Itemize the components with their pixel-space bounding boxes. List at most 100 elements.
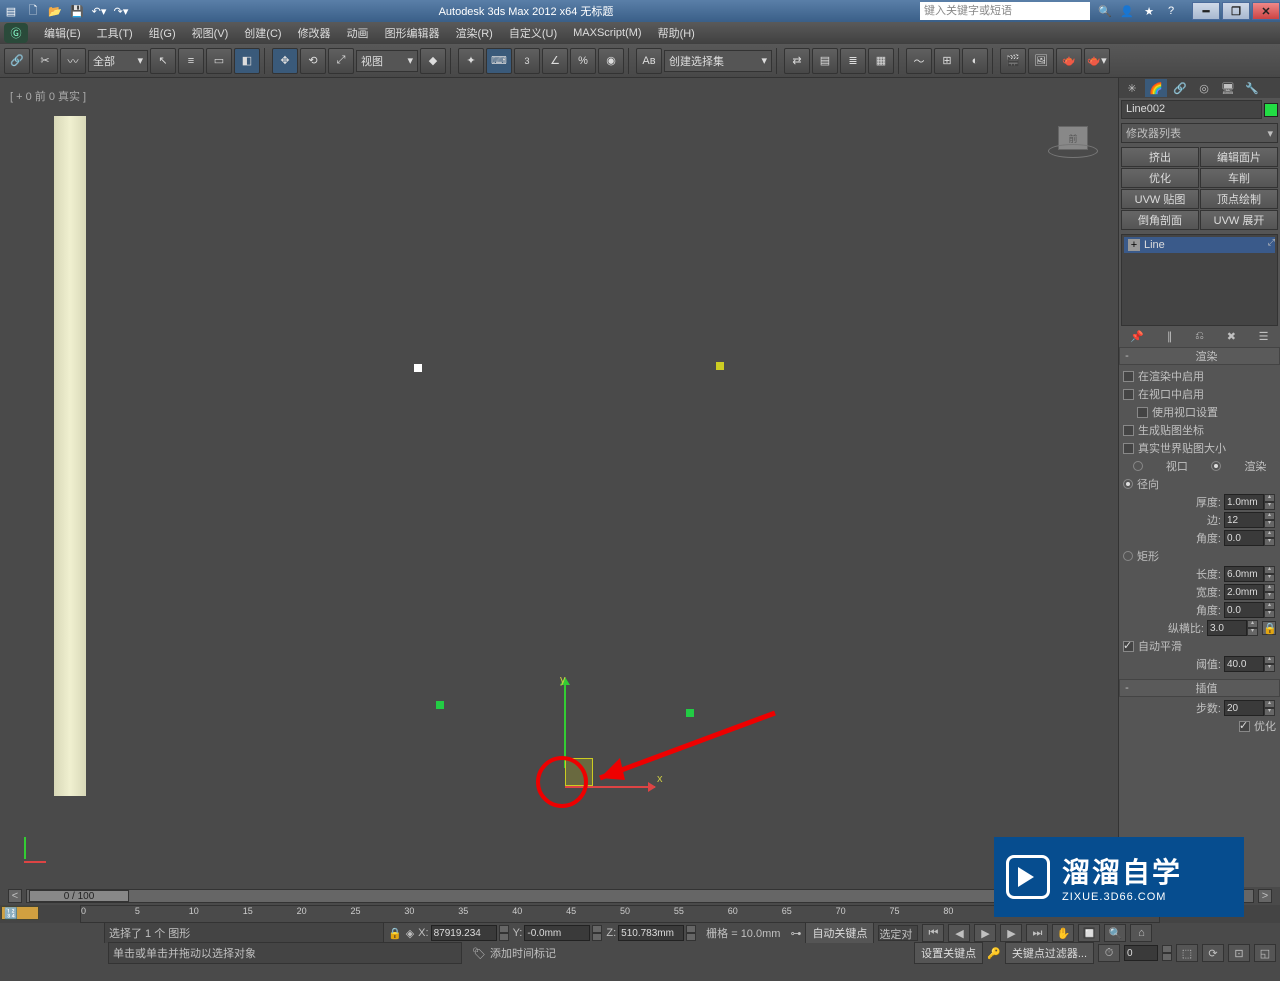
modifier-stack[interactable]: +Line ⤢: [1121, 234, 1278, 326]
menu-modifiers[interactable]: 修改器: [290, 22, 339, 44]
graphite-ribbon-icon[interactable]: ▦: [868, 48, 894, 74]
angle2-spinner[interactable]: ▴▾: [1224, 602, 1276, 618]
app-logo-icon[interactable]: Ⓖ: [4, 23, 28, 43]
fov-icon[interactable]: ⌂: [1130, 924, 1152, 942]
abs-rel-toggle-icon[interactable]: ◈: [406, 927, 414, 940]
select-region-rect-icon[interactable]: ▭: [206, 48, 232, 74]
prev-frame-button[interactable]: <: [8, 889, 22, 903]
use-vp-settings-check[interactable]: [1137, 407, 1148, 418]
rect-radio[interactable]: [1123, 551, 1133, 561]
current-frame-input[interactable]: 0: [1124, 945, 1158, 961]
y-coord-input[interactable]: -0.0mm: [524, 925, 590, 941]
pin-stack-icon[interactable]: 📌: [1130, 330, 1144, 343]
keyboard-shortcut-icon[interactable]: ⌨: [486, 48, 512, 74]
menu-grapheditors[interactable]: 图形编辑器: [377, 22, 448, 44]
rendered-frame-icon[interactable]: 🖼: [1028, 48, 1054, 74]
help-search-input[interactable]: 键入关键字或短语: [920, 2, 1090, 20]
goto-start-icon[interactable]: ⏮: [922, 924, 944, 942]
enable-viewport-check[interactable]: [1123, 389, 1134, 400]
zoom-region-icon[interactable]: ⬚: [1176, 944, 1198, 962]
select-by-name-icon[interactable]: ≡: [178, 48, 204, 74]
auto-key-button[interactable]: 自动关键点: [805, 922, 874, 944]
maximize-button[interactable]: ❐: [1222, 2, 1250, 20]
menu-group[interactable]: 组(G): [141, 22, 184, 44]
motion-tab-icon[interactable]: ◎: [1193, 79, 1215, 97]
mod-unwrapuvw-button[interactable]: UVW 展开: [1200, 210, 1278, 230]
key-filters-button[interactable]: 关键点过滤器...: [1005, 942, 1094, 964]
mode-render-radio[interactable]: [1211, 461, 1221, 471]
add-time-tag-button[interactable]: 添加时间标记: [490, 945, 556, 961]
save-icon[interactable]: 💾: [67, 1, 87, 21]
material-editor-icon[interactable]: ◐: [962, 48, 988, 74]
mod-bevelprofile-button[interactable]: 倒角剖面: [1121, 210, 1199, 230]
thickness-spinner[interactable]: ▴▾: [1224, 494, 1276, 510]
close-button[interactable]: ✕: [1252, 2, 1280, 20]
spline-vertex[interactable]: [716, 362, 724, 370]
utilities-tab-icon[interactable]: 🔧: [1241, 79, 1263, 97]
mod-extrude-button[interactable]: 挤出: [1121, 147, 1199, 167]
orbit-icon[interactable]: ⟳: [1202, 944, 1224, 962]
favorites-icon[interactable]: ★: [1139, 1, 1159, 21]
remove-modifier-icon[interactable]: ✖: [1227, 330, 1236, 343]
comm-center-icon[interactable]: 👤: [1117, 1, 1137, 21]
zoom-icon[interactable]: 🔍: [1104, 924, 1126, 942]
radial-radio[interactable]: [1123, 479, 1133, 489]
width-spinner[interactable]: ▴▾: [1224, 584, 1276, 600]
object-name-input[interactable]: Line002: [1121, 100, 1262, 119]
window-crossing-icon[interactable]: ◧: [234, 48, 260, 74]
search-icon[interactable]: 🔍: [1095, 1, 1115, 21]
goto-end-icon[interactable]: ⏭: [1026, 924, 1048, 942]
max-viewport-icon[interactable]: ⊡: [1228, 944, 1250, 962]
select-object-icon[interactable]: ↖: [150, 48, 176, 74]
mod-vertexpaint-button[interactable]: 顶点绘制: [1200, 189, 1278, 209]
menu-customize[interactable]: 自定义(U): [501, 22, 565, 44]
gen-map-coords-check[interactable]: [1123, 425, 1134, 436]
pan-view-icon[interactable]: ✋: [1052, 924, 1074, 942]
menu-maxscript[interactable]: MAXScript(M): [565, 24, 649, 42]
z-coord-input[interactable]: 510.783mm: [618, 925, 684, 941]
rw-map-size-check[interactable]: [1123, 443, 1134, 454]
time-slider-thumb[interactable]: 0 / 100: [29, 890, 129, 902]
layer-manager-icon[interactable]: ≣: [840, 48, 866, 74]
link-icon[interactable]: 🔗: [4, 48, 30, 74]
object-color-swatch[interactable]: [1264, 103, 1278, 117]
spinner-snap-icon[interactable]: ◉: [598, 48, 624, 74]
aspect-spinner[interactable]: ▴▾: [1207, 620, 1259, 636]
create-tab-icon[interactable]: ✳: [1121, 79, 1143, 97]
named-sel-sets-combo[interactable]: 创建选择集▾: [664, 50, 772, 72]
comm-center-status-icon[interactable]: ⊶: [790, 927, 801, 940]
spline-vertex[interactable]: [436, 701, 444, 709]
bind-space-warp-icon[interactable]: 〰: [60, 48, 86, 74]
open-icon[interactable]: 📂: [45, 1, 65, 21]
modifier-list-combo[interactable]: 修改器列表▾: [1121, 123, 1278, 143]
curve-editor-icon[interactable]: 〜: [906, 48, 932, 74]
percent-snap-icon[interactable]: %: [570, 48, 596, 74]
next-frame-button[interactable]: >: [1258, 889, 1272, 903]
pivot-center-icon[interactable]: ◆: [420, 48, 446, 74]
play-icon[interactable]: ▶: [974, 924, 996, 942]
menu-edit[interactable]: 编辑(E): [36, 22, 89, 44]
interp-optimize-check[interactable]: [1239, 721, 1250, 732]
align-icon[interactable]: ▤: [812, 48, 838, 74]
min-max-toggle-icon[interactable]: ◱: [1254, 944, 1276, 962]
make-unique-icon[interactable]: ⎌: [1195, 330, 1204, 343]
mode-viewport-radio[interactable]: [1133, 461, 1143, 471]
set-key-button[interactable]: 设置关键点: [914, 942, 983, 964]
modify-tab-icon[interactable]: 🌈: [1145, 79, 1167, 97]
render-setup-icon[interactable]: 🎬: [1000, 48, 1026, 74]
time-config-icon[interactable]: ⏱: [1098, 944, 1120, 962]
configure-sets-icon[interactable]: ☰: [1259, 330, 1269, 343]
mod-lathe-button[interactable]: 车削: [1200, 168, 1278, 188]
rotate-icon[interactable]: ⟲: [300, 48, 326, 74]
menu-rendering[interactable]: 渲染(R): [448, 22, 501, 44]
help-icon[interactable]: ?: [1161, 1, 1181, 21]
menu-create[interactable]: 创建(C): [236, 22, 289, 44]
stack-scroll-icon[interactable]: ⤢: [1268, 237, 1275, 248]
manipulate-icon[interactable]: ✦: [458, 48, 484, 74]
undo-icon[interactable]: ↶▾: [89, 1, 109, 21]
x-coord-input[interactable]: 87919.234: [431, 925, 497, 941]
spline-vertex[interactable]: [414, 364, 422, 372]
enable-render-check[interactable]: [1123, 371, 1134, 382]
key-icon[interactable]: 🔑: [987, 947, 1001, 960]
edit-named-sel-icon[interactable]: Aʙ: [636, 48, 662, 74]
